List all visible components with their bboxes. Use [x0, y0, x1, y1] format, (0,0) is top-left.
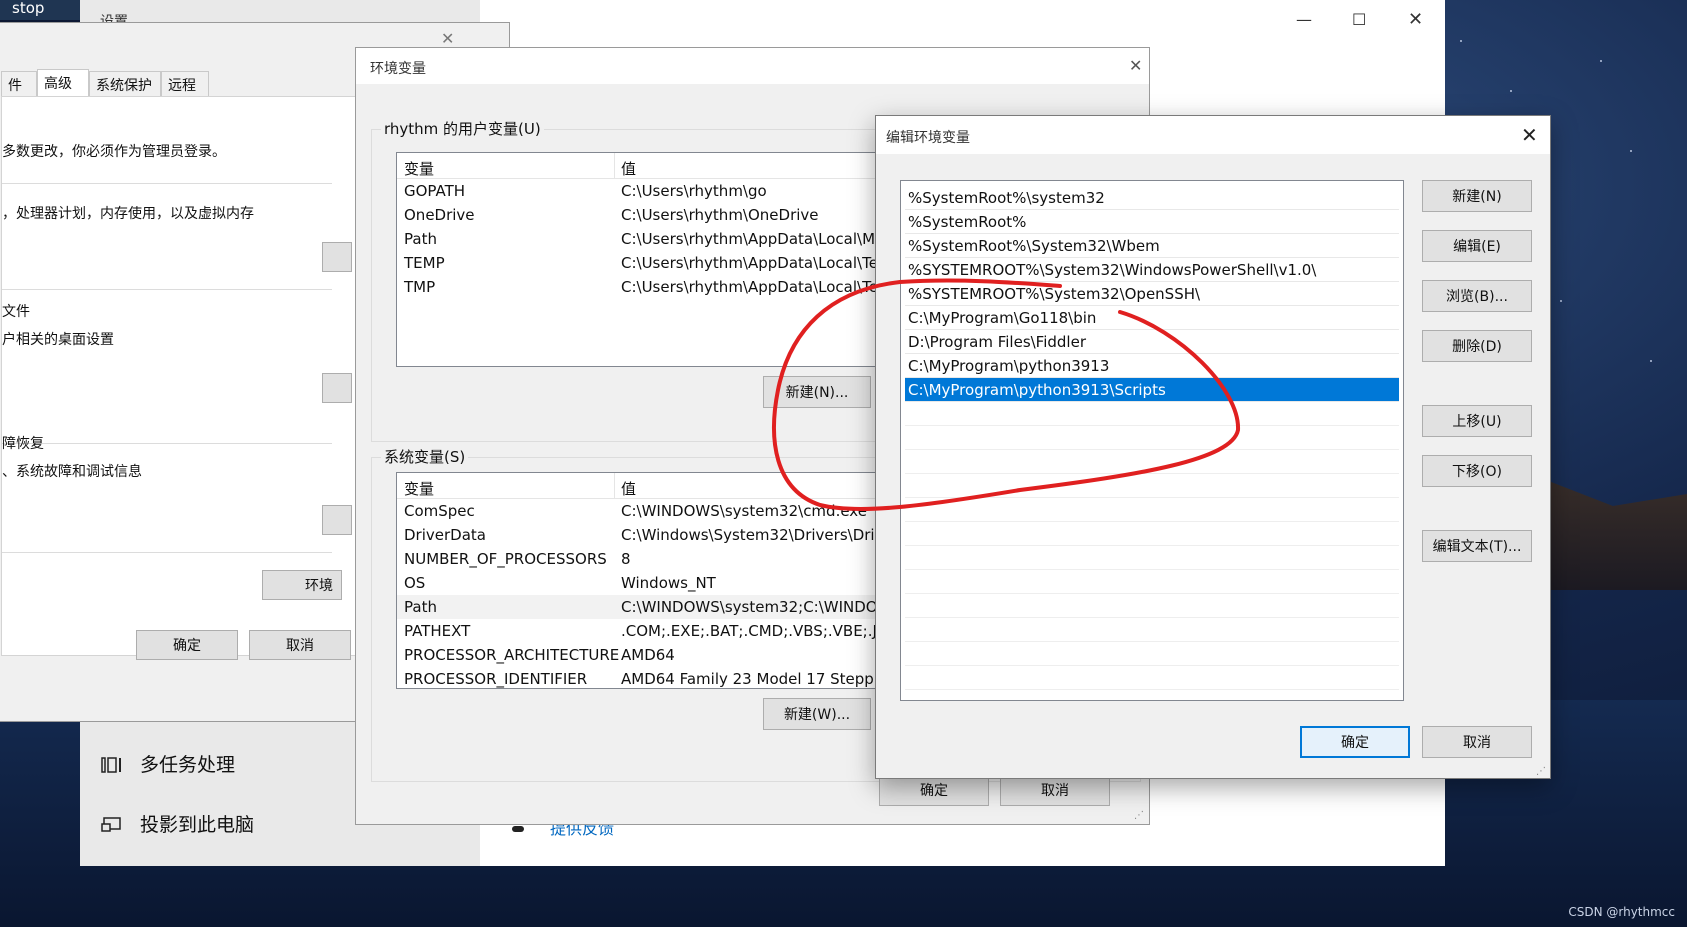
multitask-icon: [101, 757, 121, 773]
col-value: 值: [621, 160, 637, 178]
performance-settings-button[interactable]: [322, 242, 352, 272]
table-row[interactable]: GOPATH C:\Users\rhythm\go: [397, 179, 875, 203]
edit-resize-grip-icon[interactable]: ⋰: [1536, 766, 1546, 777]
list-item[interactable]: D:\Program Files\Fiddler: [905, 330, 1399, 354]
edit-button[interactable]: 编辑(E): [1422, 230, 1532, 262]
edit-close-icon[interactable]: ✕: [1521, 125, 1538, 145]
table-row[interactable]: NUMBER_OF_PROCESSORS 8: [397, 547, 875, 571]
user-new-button[interactable]: 新建(N)...: [763, 376, 871, 408]
table-row[interactable]: Path C:\WINDOWS\system32;C:\WINDOW: [397, 595, 875, 619]
startup-settings-button[interactable]: [322, 505, 352, 535]
browse-button[interactable]: 浏览(B)...: [1422, 280, 1532, 312]
edit-titlebar: 编辑环境变量 ✕: [876, 116, 1550, 154]
nav-label-multitask: 多任务处理: [140, 754, 236, 776]
table-row[interactable]: OneDrive C:\Users\rhythm\OneDrive: [397, 203, 875, 227]
system-vars-label: 系统变量(S): [381, 446, 469, 467]
system-vars-header: 变量 值: [397, 473, 875, 499]
edit-env-var-dialog: 编辑环境变量 ✕ %SystemRoot%\system32 %SystemRo…: [875, 115, 1551, 779]
table-row[interactable]: PROCESSOR_IDENTIFIER AMD64 Family 23 Mode…: [397, 667, 875, 688]
edit-ok-button[interactable]: 确定: [1300, 726, 1410, 758]
nav-label-project: 投影到此电脑: [140, 814, 255, 836]
profile-desc: 户相关的桌面设置: [2, 332, 114, 348]
tab-hardware[interactable]: 件: [1, 71, 37, 97]
maximize-icon[interactable]: ☐: [1352, 10, 1366, 29]
table-row[interactable]: PATHEXT .COM;.EXE;.BAT;.CMD;.VBS;.VBE;.JS…: [397, 619, 875, 643]
env-close-icon[interactable]: ✕: [1129, 58, 1142, 74]
startup-heading: 障恢复: [2, 436, 44, 452]
startup-desc: 、系统故障和调试信息: [2, 464, 142, 480]
list-item-selected[interactable]: C:\MyProgram\python3913\Scripts: [905, 378, 1399, 402]
table-row[interactable]: DriverData C:\Windows\System32\Drivers\Dr…: [397, 523, 875, 547]
admin-note: 多数更改，你必须作为管理员登录。: [2, 144, 226, 160]
profile-settings-button[interactable]: [322, 373, 352, 403]
delete-button[interactable]: 删除(D): [1422, 330, 1532, 362]
path-list[interactable]: %SystemRoot%\system32 %SystemRoot% %Syst…: [900, 180, 1404, 701]
table-row[interactable]: TEMP C:\Users\rhythm\AppData\Local\Ter: [397, 251, 875, 275]
project-icon: [101, 817, 121, 832]
desktop-corner-label: stop: [0, 0, 80, 20]
env-vars-button[interactable]: 环境: [262, 570, 342, 600]
list-item[interactable]: %SystemRoot%\System32\Wbem: [905, 234, 1399, 258]
list-item[interactable]: %SystemRoot%\system32: [905, 186, 1399, 210]
move-down-button[interactable]: 下移(O): [1422, 455, 1532, 487]
user-vars-header: 变量 值: [397, 153, 875, 179]
table-row[interactable]: ComSpec C:\WINDOWS\system32\cmd.exe: [397, 499, 875, 523]
tab-remote[interactable]: 远程: [161, 71, 209, 97]
env-titlebar: 环境变量 ✕: [356, 48, 1149, 84]
tab-advanced[interactable]: 高级: [37, 69, 89, 97]
table-row[interactable]: Path C:\Users\rhythm\AppData\Local\Mic: [397, 227, 875, 251]
move-up-button[interactable]: 上移(U): [1422, 405, 1532, 437]
sysprop-ok-button[interactable]: 确定: [136, 630, 238, 660]
sysprop-close-icon[interactable]: ✕: [441, 31, 454, 47]
watermark: CSDN @rhythmcc: [1568, 905, 1675, 919]
system-vars-grid[interactable]: 变量 值 ComSpec C:\WINDOWS\system32\cmd.exe …: [396, 472, 876, 689]
col-value: 值: [621, 480, 637, 498]
list-item[interactable]: %SYSTEMROOT%\System32\WindowsPowerShell\…: [905, 258, 1399, 282]
tab-system-protection[interactable]: 系统保护: [89, 71, 161, 97]
env-dialog-title: 环境变量: [370, 61, 426, 77]
system-new-button[interactable]: 新建(W)...: [763, 698, 871, 730]
edit-cancel-button[interactable]: 取消: [1422, 726, 1532, 758]
resize-grip-icon[interactable]: ⋰: [1134, 810, 1144, 821]
edit-dialog-title: 编辑环境变量: [886, 130, 970, 146]
user-vars-label: rhythm 的用户变量(U): [381, 118, 544, 139]
edit-text-button[interactable]: 编辑文本(T)...: [1422, 530, 1532, 562]
sysprop-cancel-button[interactable]: 取消: [249, 630, 351, 660]
list-item[interactable]: C:\MyProgram\Go118\bin: [905, 306, 1399, 330]
table-row[interactable]: TMP C:\Users\rhythm\AppData\Local\Ter: [397, 275, 875, 299]
minimize-icon[interactable]: —: [1296, 10, 1312, 29]
col-var: 变量: [404, 480, 435, 498]
list-item[interactable]: %SYSTEMROOT%\System32\OpenSSH\: [905, 282, 1399, 306]
performance-desc: ，处理器计划，内存使用，以及虚拟内存: [2, 206, 254, 222]
table-row[interactable]: OS Windows_NT: [397, 571, 875, 595]
table-row[interactable]: PROCESSOR_ARCHITECTURE AMD64: [397, 643, 875, 667]
list-item[interactable]: C:\MyProgram\python3913: [905, 354, 1399, 378]
user-vars-grid[interactable]: 变量 值 GOPATH C:\Users\rhythm\go OneDrive C:…: [396, 152, 876, 367]
profile-heading: 文件: [2, 304, 30, 320]
close-icon[interactable]: ✕: [1408, 9, 1423, 30]
list-item[interactable]: %SystemRoot%: [905, 210, 1399, 234]
col-var: 变量: [404, 160, 435, 178]
new-button[interactable]: 新建(N): [1422, 180, 1532, 212]
